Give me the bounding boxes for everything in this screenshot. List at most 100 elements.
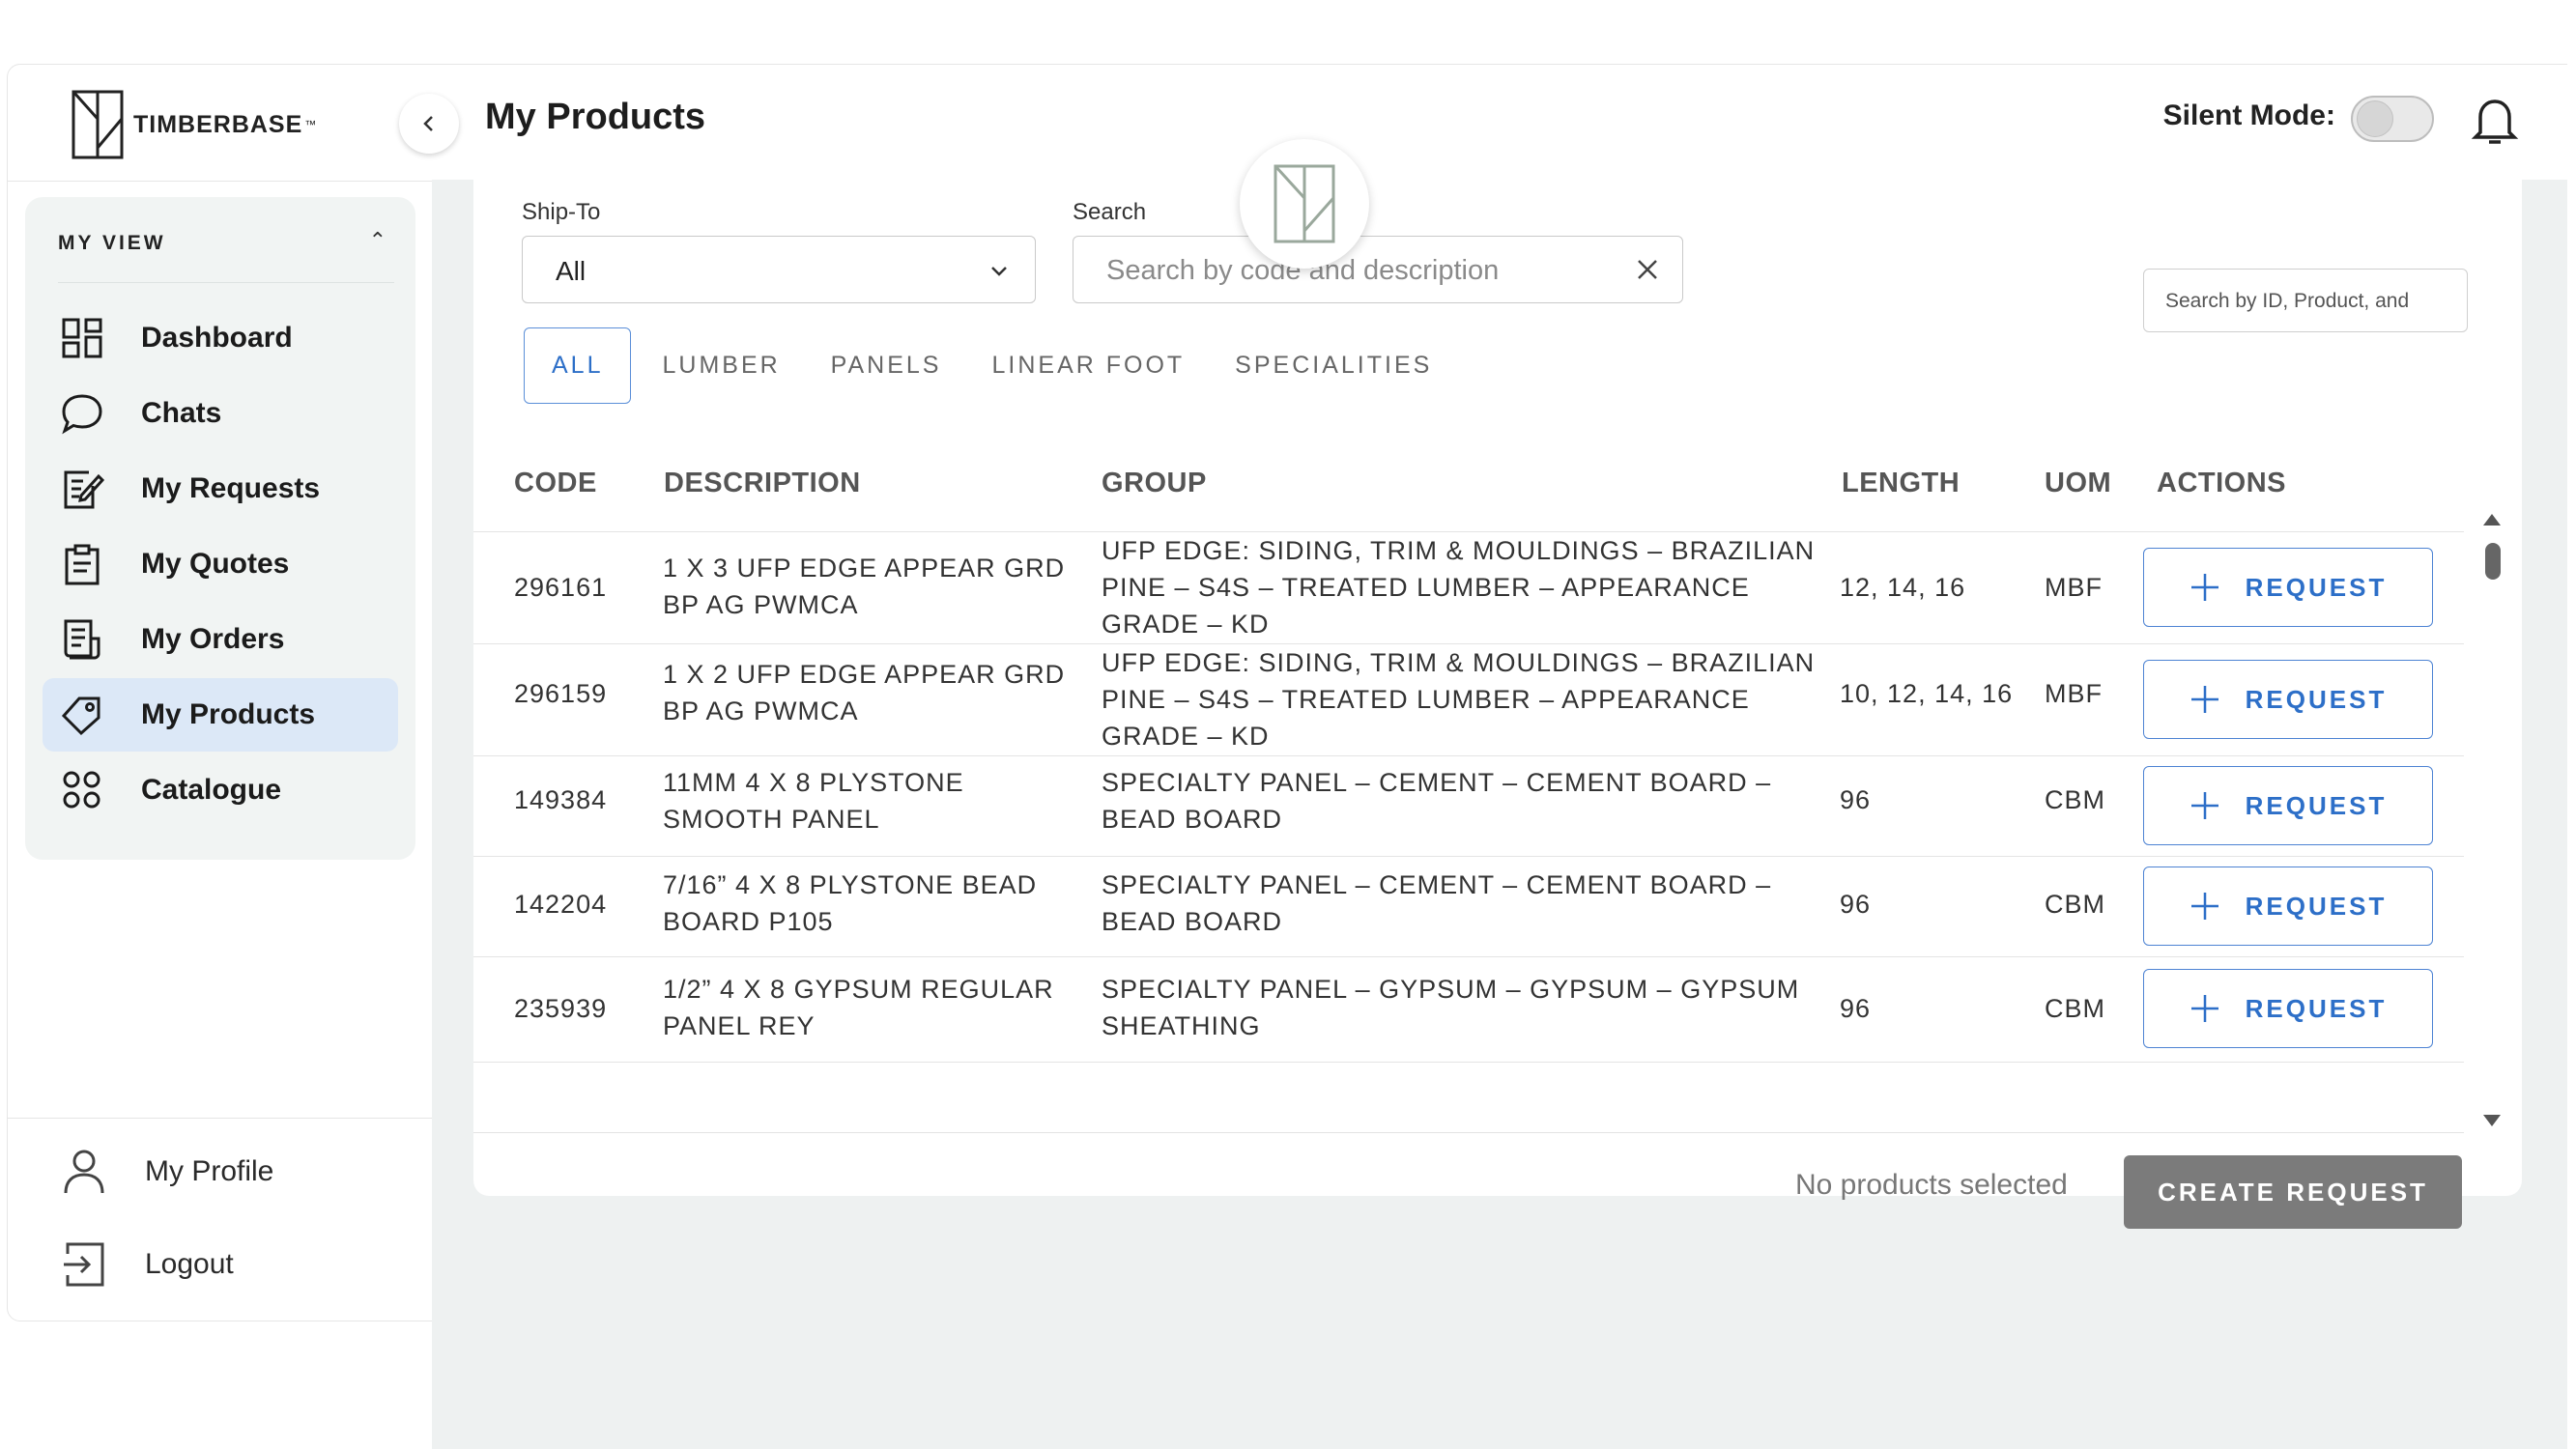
request-button-label: REQUEST <box>2245 790 2388 820</box>
search-label: Search <box>1073 199 1147 225</box>
column-header-code[interactable]: CODE <box>514 468 597 499</box>
sidebar-item-dashboard[interactable]: Dashboard <box>43 301 398 375</box>
cell-length: 96 <box>1840 994 1872 1023</box>
catalogue-icon <box>63 771 100 809</box>
request-button[interactable]: REQUEST <box>2143 867 2433 946</box>
tab-linear-foot[interactable]: LINEAR FOOT <box>991 352 1185 380</box>
sidebar-item-label: Dashboard <box>141 322 293 354</box>
sidebar-item-chats[interactable]: Chats <box>43 377 398 450</box>
sidebar-item-my-orders[interactable]: My Orders <box>43 603 398 676</box>
request-button[interactable]: REQUEST <box>2143 548 2433 627</box>
column-header-uom[interactable]: UOM <box>2045 468 2111 499</box>
request-button-label: REQUEST <box>2245 684 2388 714</box>
table-row: 235939 1/2” 4 X 8 GYPSUM REGULAR PANEL R… <box>473 957 2464 1063</box>
cell-group: UFP EDGE: SIDING, TRIM & MOULDINGS – BRA… <box>1102 644 1815 754</box>
request-button[interactable]: REQUEST <box>2143 766 2433 845</box>
plus-icon <box>2190 995 2218 1022</box>
chevron-up-icon[interactable]: ⌃ <box>369 228 386 253</box>
bell-icon[interactable] <box>2471 94 2519 148</box>
cell-description-line: 1 X 3 UFP EDGE APPEAR GRD <box>663 554 1066 582</box>
create-request-button[interactable]: CREATE REQUEST <box>2124 1155 2462 1229</box>
search-input[interactable] <box>1104 250 1611 291</box>
tab-panels[interactable]: PANELS <box>831 352 942 380</box>
column-header-group[interactable]: GROUP <box>1102 468 1207 499</box>
cell-group-line: SPECIALTY PANEL – CEMENT – CEMENT BOARD … <box>1102 768 1772 797</box>
cell-group-line: GRADE – KD <box>1102 610 1270 639</box>
cell-uom: MBF <box>2045 573 2103 602</box>
sidebar: TIMBERBASE ™ MY VIEW ⌃ Dashboard Chats M… <box>7 64 434 1321</box>
cell-description: 11MM 4 X 8 PLYSTONE SMOOTH PANEL <box>663 764 964 838</box>
sidebar-item-catalogue[interactable]: Catalogue <box>43 753 398 827</box>
cell-code: 235939 <box>514 994 608 1023</box>
cell-length: 96 <box>1840 785 1872 814</box>
ship-to-value: All <box>556 256 587 286</box>
scrollbar-thumb[interactable] <box>2485 543 2501 580</box>
cell-description-line: BOARD P105 <box>663 907 834 936</box>
cell-group-line: SPECIALTY PANEL – CEMENT – CEMENT BOARD … <box>1102 870 1772 899</box>
cell-group-line: UFP EDGE: SIDING, TRIM & MOULDINGS – BRA… <box>1102 536 1816 565</box>
chat-icon <box>62 394 102 435</box>
sidebar-divider <box>8 181 433 182</box>
cell-group: SPECIALTY PANEL – CEMENT – CEMENT BOARD … <box>1102 867 1771 940</box>
tag-icon <box>61 696 100 736</box>
products-card: Ship-To All Search ALL LUMBER PANELS LIN… <box>473 164 2522 1229</box>
table-row: 296161 1 X 3 UFP EDGE APPEAR GRD BP AG P… <box>473 532 2464 644</box>
my-profile-label: My Profile <box>145 1155 274 1187</box>
table-footer-divider <box>473 1132 2464 1133</box>
tab-specialities[interactable]: SPECIALITIES <box>1235 352 1432 380</box>
sidebar-bottom-divider <box>8 1118 433 1119</box>
timberbase-logo-icon <box>72 90 124 159</box>
cell-length: 96 <box>1840 890 1872 919</box>
cell-description: 7/16” 4 X 8 PLYSTONE BEAD BOARD P105 <box>663 867 1037 940</box>
column-header-description[interactable]: DESCRIPTION <box>664 468 861 499</box>
request-button[interactable]: REQUEST <box>2143 969 2433 1048</box>
tab-all[interactable]: ALL <box>524 327 632 404</box>
page-title: My Products <box>485 97 706 137</box>
cell-group-line: GRADE – KD <box>1102 722 1270 751</box>
cell-group: UFP EDGE: SIDING, TRIM & MOULDINGS – BRA… <box>1102 532 1815 642</box>
request-button-label: REQUEST <box>2245 891 2388 921</box>
logout-link[interactable]: Logout <box>62 1236 234 1293</box>
sidebar-item-label: Catalogue <box>141 774 282 806</box>
sidebar-collapse-button[interactable] <box>399 94 459 154</box>
brand-logo[interactable]: TIMBERBASE ™ <box>72 88 316 161</box>
category-tabs: ALL LUMBER PANELS LINEAR FOOT SPECIALITI… <box>524 327 1482 404</box>
column-header-length[interactable]: LENGTH <box>1842 468 1960 499</box>
request-button[interactable]: REQUEST <box>2143 660 2433 739</box>
cell-group-line: PINE – S4S – TREATED LUMBER – APPEARANCE <box>1102 573 1750 602</box>
logout-icon <box>64 1242 104 1287</box>
cell-uom: CBM <box>2045 994 2105 1023</box>
ship-to-select[interactable]: All <box>522 236 1036 303</box>
sidebar-item-label: My Requests <box>141 472 321 504</box>
my-view-panel: MY VIEW ⌃ Dashboard Chats My Requests My… <box>25 197 415 860</box>
close-icon[interactable] <box>1634 256 1661 283</box>
scroll-down-arrow[interactable] <box>2483 1115 2501 1126</box>
cell-group-line: SPECIALTY PANEL – GYPSUM – GYPSUM – GYPS… <box>1102 975 1800 1004</box>
dashboard-icon <box>62 318 102 358</box>
cell-description-line: SMOOTH PANEL <box>663 805 880 834</box>
secondary-search-input[interactable] <box>2163 285 2457 318</box>
orders-icon <box>64 619 100 660</box>
table-row: 149384 11MM 4 X 8 PLYSTONE SMOOTH PANEL … <box>473 756 2464 857</box>
silent-mode-toggle[interactable] <box>2351 96 2434 142</box>
plus-icon <box>2190 893 2218 920</box>
cell-group-line: PINE – S4S – TREATED LUMBER – APPEARANCE <box>1102 685 1750 714</box>
tab-lumber[interactable]: LUMBER <box>662 352 780 380</box>
quotes-icon <box>65 544 100 585</box>
cell-description-line: 11MM 4 X 8 PLYSTONE <box>663 768 964 797</box>
cell-description: 1/2” 4 X 8 GYPSUM REGULAR PANEL REY <box>663 971 1054 1044</box>
my-profile-link[interactable]: My Profile <box>62 1143 273 1201</box>
silent-mode-label: Silent Mode: <box>2162 99 2335 131</box>
timberbase-logo-icon <box>1274 164 1335 243</box>
my-view-title[interactable]: MY VIEW <box>58 232 166 255</box>
scroll-up-arrow[interactable] <box>2483 514 2501 526</box>
plus-icon <box>2190 792 2218 819</box>
cell-description-line: 1/2” 4 X 8 GYPSUM REGULAR <box>663 975 1054 1004</box>
cell-group: SPECIALTY PANEL – GYPSUM – GYPSUM – GYPS… <box>1102 971 1799 1044</box>
sidebar-item-my-products[interactable]: My Products <box>43 678 398 752</box>
sidebar-item-my-quotes[interactable]: My Quotes <box>43 527 398 601</box>
sidebar-item-my-requests[interactable]: My Requests <box>43 452 398 526</box>
cell-group-line: BEAD BOARD <box>1102 907 1283 936</box>
logout-label: Logout <box>145 1248 234 1280</box>
brand-trademark: ™ <box>304 118 317 131</box>
